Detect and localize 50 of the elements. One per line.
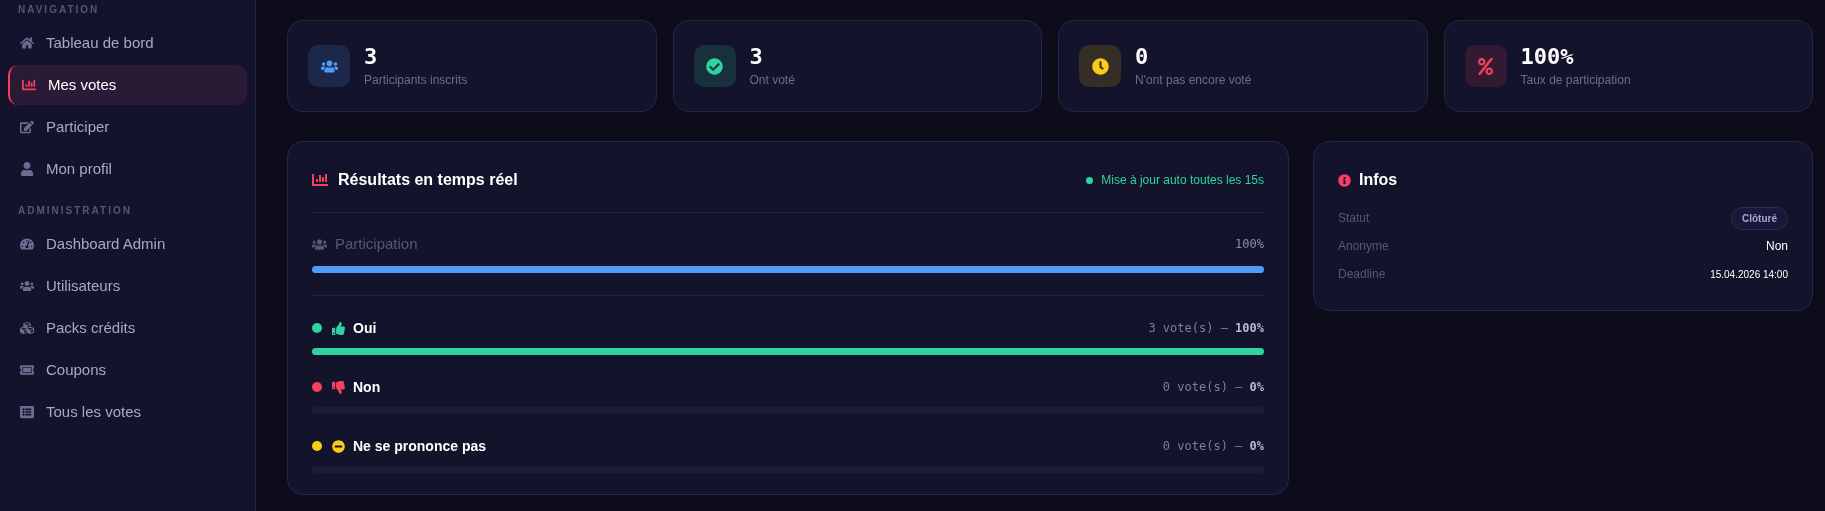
section-title: ADMINISTRATION [17, 204, 133, 218]
ticket-icon [20, 363, 34, 377]
option-label: Oui [353, 318, 377, 338]
info-label: Anonyme [1338, 238, 1389, 255]
bar-chart-icon [312, 172, 328, 188]
gauge-icon [20, 237, 34, 251]
stat-value: 3 [364, 43, 379, 71]
participation-reading: 100% [1235, 236, 1264, 254]
stat-label: Taux de participation [1520, 72, 1631, 89]
option-reading: 0 vote(s) — 0% [1162, 438, 1264, 455]
auto-update-note: Mise à jour auto toutes les 15s [1101, 172, 1264, 189]
section-title: NAVIGATION [17, 3, 101, 17]
users-icon [20, 279, 34, 293]
option-label: Ne se prononce pas [353, 436, 487, 456]
sidebar-item[interactable]: Mon profil [8, 149, 247, 189]
info-label: Statut [1338, 210, 1370, 227]
stat-value: 0 [1135, 43, 1150, 71]
sidebar-item[interactable]: Participer [8, 107, 247, 147]
stat-value: 100% [1520, 43, 1575, 71]
list-icon [20, 405, 34, 419]
stat-value: 3 [749, 43, 764, 71]
info-icon [1338, 173, 1351, 187]
sidebar-item[interactable]: Tous les votes [8, 392, 247, 432]
thumbs-up-icon [332, 321, 345, 335]
option-reading: 0 vote(s) — 0% [1162, 379, 1264, 396]
participation-label: Participation [335, 234, 418, 254]
stat-label: Participants inscrits [364, 72, 468, 89]
sidebar-item[interactable]: Dashboard Admin [8, 224, 247, 264]
bar-chart-icon [22, 78, 36, 92]
panel-title: Résultats en temps réel [338, 170, 518, 190]
info-value: 15.04.2026 14:00 [1710, 267, 1788, 282]
cubes-icon [20, 321, 34, 335]
panel-title: Infos [1359, 170, 1398, 190]
option-reading: 3 vote(s) — 100% [1148, 320, 1264, 337]
edit-icon [20, 120, 34, 134]
user-icon [20, 162, 34, 176]
sidebar-item[interactable]: Utilisateurs [8, 266, 247, 306]
sidebar-item[interactable]: Coupons [8, 350, 247, 390]
info-value: Non [1766, 238, 1788, 255]
sidebar-item[interactable]: Mes votes [8, 65, 247, 105]
home-icon [20, 36, 34, 50]
thumbs-down-icon [332, 380, 345, 394]
option-label: Non [353, 377, 381, 397]
stat-label: Ont voté [749, 72, 795, 89]
stat-label: N'ont pas encore voté [1135, 72, 1252, 89]
status-badge: Clôturé [1731, 206, 1788, 230]
sidebar-item[interactable]: Tableau de bord [8, 23, 247, 63]
users-icon [312, 236, 327, 252]
sidebar-item[interactable]: Packs crédits [8, 308, 247, 348]
info-label: Deadline [1338, 266, 1386, 283]
